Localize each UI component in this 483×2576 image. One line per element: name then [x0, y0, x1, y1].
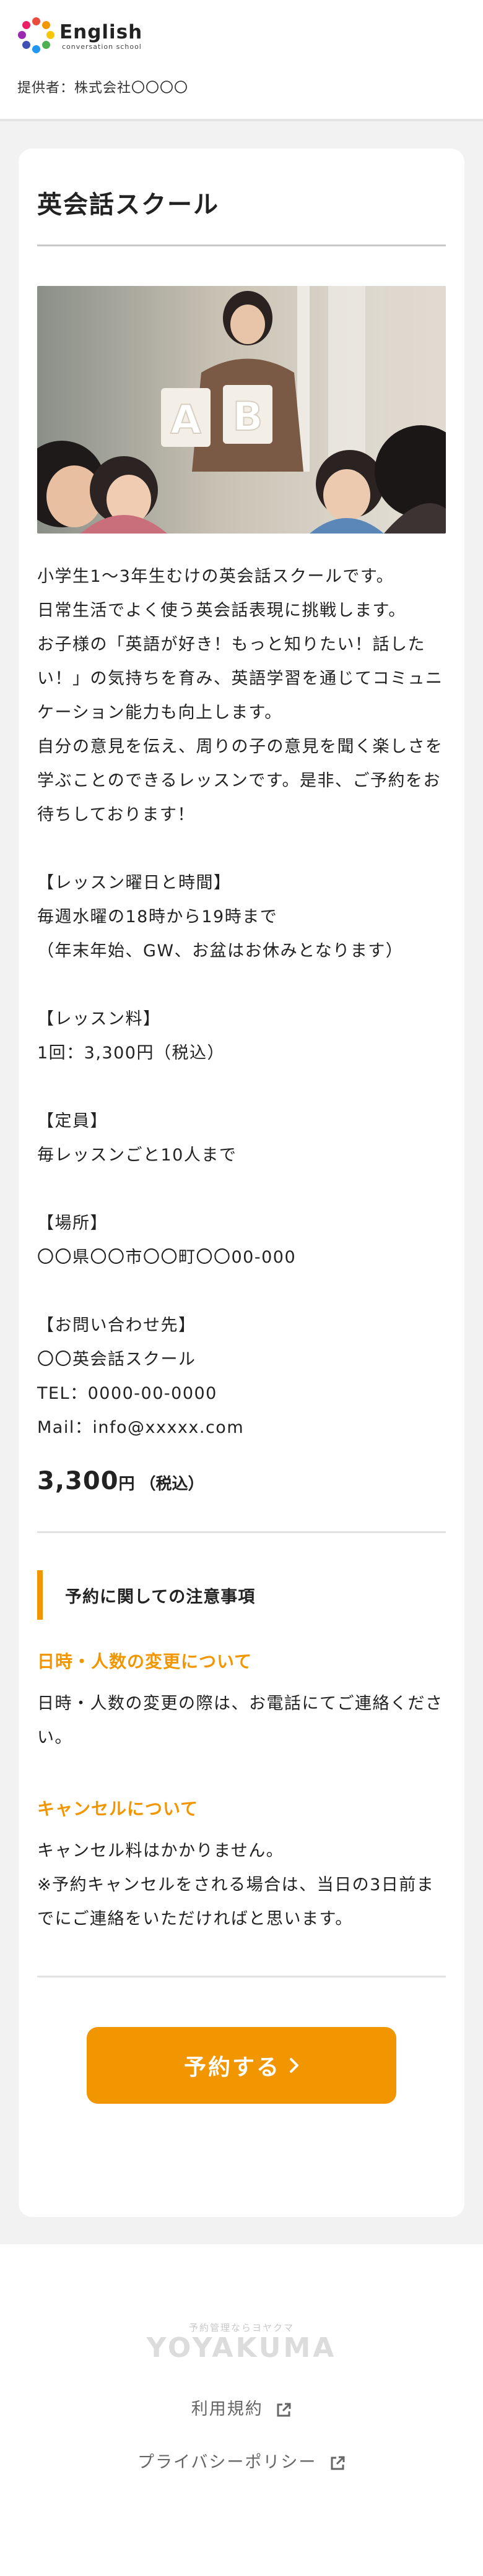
external-link-icon [277, 2403, 291, 2416]
footer: 予約管理ならヨヤクマ YOYAKUMA 利用規約 プライバシーポリシー [0, 2244, 483, 2576]
external-link-icon [331, 2456, 345, 2470]
header: English conversation school 提供者：株式会社〇〇〇〇 [0, 0, 483, 121]
page-title: 英会話スクール [37, 184, 446, 246]
logo-dots-icon [17, 17, 54, 54]
terms-link-label: 利用規約 [191, 2400, 263, 2419]
logo-title: English [59, 20, 143, 43]
svg-text:A: A [170, 397, 201, 443]
price-tax: （税込） [139, 1475, 204, 1493]
cancel-heading: キャンセルについて [37, 1799, 199, 1819]
provider-text: 提供者：株式会社〇〇〇〇 [17, 80, 189, 96]
logo-subtitle: conversation school [62, 42, 142, 51]
svg-text:B: B [233, 394, 263, 440]
yoyakuma-logo[interactable]: YOYAKUMA [0, 2332, 483, 2364]
privacy-link-label: プライバシーポリシー [137, 2453, 317, 2472]
price: 3,300円 （税込） [37, 1467, 446, 1495]
terms-link[interactable]: 利用規約 [0, 2395, 483, 2419]
chevron-right-icon [290, 2058, 298, 2073]
change-body: 日時・人数の変更の際は、お電話にてご連絡ください。 [37, 1694, 443, 1747]
lesson-card: 英会話スクール A B 小学生1〜3年生むけの英会話スクールです。 日常生活でよ… [19, 149, 464, 2217]
privacy-link[interactable]: プライバシーポリシー [0, 2448, 483, 2473]
content-area: 英会話スクール A B 小学生1〜3年生むけの英会話スクールです。 日常生活でよ… [0, 121, 483, 2244]
reserve-button-label: 予約する [183, 2055, 281, 2080]
reserve-button[interactable]: 予約する [87, 2027, 396, 2104]
price-unit: 円 [118, 1475, 135, 1493]
price-amount: 3,300 [37, 1467, 119, 1495]
divider [37, 1531, 446, 1533]
notice-accent-bar [37, 1570, 43, 1620]
cancel-body: キャンセル料はかかりません。 ※予約キャンセルをされる場合は、当日の3日前までに… [37, 1841, 435, 1929]
page: English conversation school 提供者：株式会社〇〇〇〇… [0, 0, 483, 2576]
notice-heading: 予約に関しての注意事項 [37, 1570, 446, 1620]
change-heading: 日時・人数の変更について [37, 1651, 253, 1672]
lesson-description: 小学生1〜3年生むけの英会話スクールです。 日常生活でよく使う英会話表現に挑戦し… [37, 567, 443, 1437]
divider [37, 1976, 446, 1977]
hero-image: A B [37, 286, 446, 534]
school-logo[interactable]: English conversation school [17, 17, 142, 54]
notice-title: 予約に関しての注意事項 [65, 1587, 256, 1607]
